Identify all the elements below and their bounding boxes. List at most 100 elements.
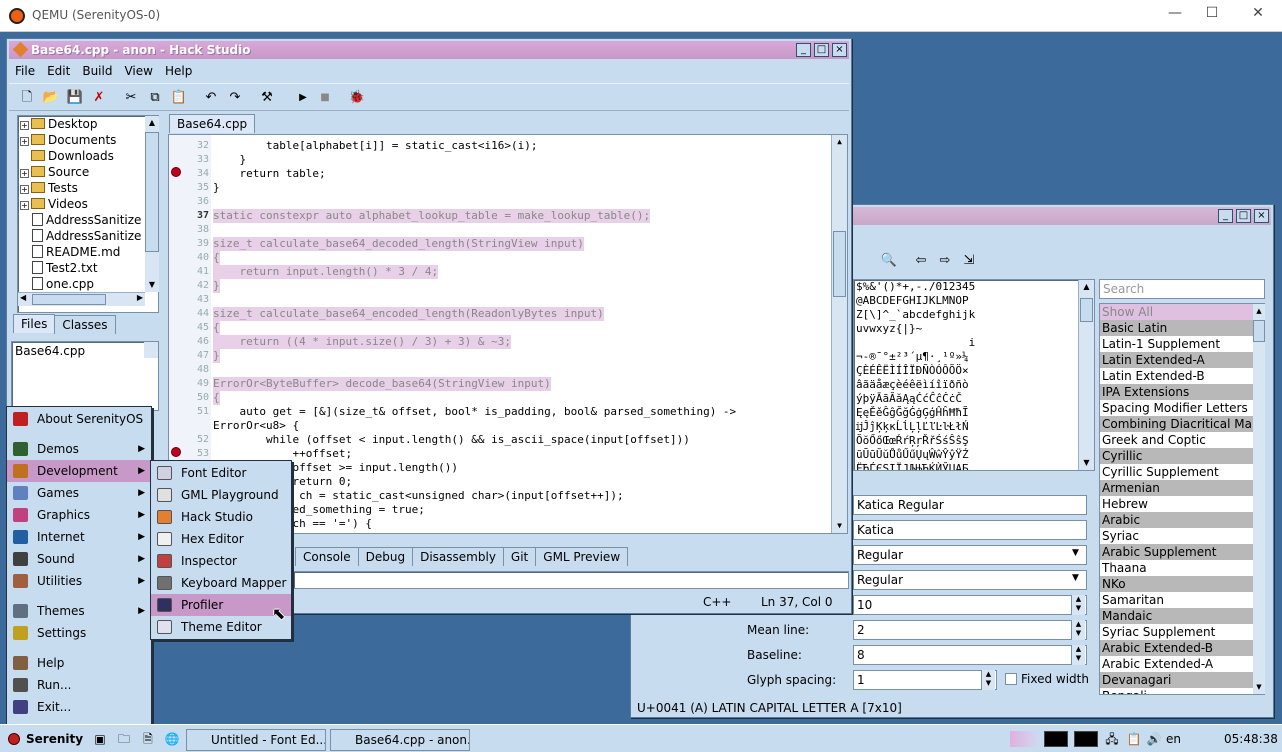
unicode-block-item[interactable]: Bengali [1100,688,1264,694]
glyph-map[interactable]: $%&'()*+,-./012345 @ABCDEFGHIJKLMNOP Z[\]^… [853,279,1095,471]
code-line[interactable]: 46 return ((4 * input.size() / 3) + 3) &… [169,335,829,349]
keymap-indicator[interactable]: en [1166,732,1181,746]
menu-help[interactable]: Help [159,61,198,81]
tree-expander-icon[interactable]: + [20,201,29,210]
fe-prev-glyph-icon[interactable]: ⇦ [911,251,931,271]
tab-gml-preview[interactable]: GML Preview [535,547,629,566]
glyph-row[interactable]: i [856,336,976,350]
code-line[interactable]: 50 { [169,391,829,405]
glyph-spacing-field[interactable]: 1 [853,670,997,690]
tree-expander-icon[interactable]: + [20,169,29,178]
unicode-block-item[interactable]: Syriac Supplement [1100,624,1264,640]
system-menu-item[interactable]: Development ▶ [7,460,151,482]
unicode-block-item[interactable]: Latin-1 Supplement [1100,336,1264,352]
code-line[interactable]: 52 while (offset < input.length() && is_… [169,433,829,447]
text-editor-icon[interactable]: 🗎 [138,729,158,749]
unicode-block-item[interactable]: Devanagari [1100,672,1264,688]
glyph-row[interactable]: âãäåæçèéêëìíîïðñò [856,378,975,392]
glyph-row[interactable]: Z[\]^_`abcdefghijk [856,308,975,322]
tree-item[interactable]: AddressSanitize [18,212,158,228]
code-line[interactable]: 47} [169,349,829,363]
code-line[interactable]: 38 [169,223,829,237]
baseline-stepper[interactable]: ▲ ▼ [1071,645,1085,665]
hs-maximize-button[interactable]: □ [814,43,829,57]
system-menu-item[interactable]: Help [7,652,151,674]
code-line[interactable]: 43 [169,293,829,307]
unicode-block-search[interactable]: Search [1099,279,1265,299]
project-tree[interactable]: + Desktop + Documents Downloads + Source + Tests… [17,115,159,313]
menu-file[interactable]: File [9,61,41,81]
unicode-block-item[interactable]: IPA Extensions [1100,384,1264,400]
editor-scrollbar[interactable]: ▲ ▼ [831,135,847,533]
tab-classes[interactable]: Classes [54,315,116,334]
glyph-row[interactable]: ũŪūŬŭŮůŰűŲųŴŵŶŷŸŹ [856,448,975,462]
tab-base64-cpp[interactable]: Base64.cpp [169,114,256,133]
code-line[interactable]: 39 size_t calculate_base64_decoded_length… [169,237,829,251]
unicode-block-item[interactable]: Cyrillic [1100,448,1264,464]
unicode-block-item[interactable]: Mandaic [1100,608,1264,624]
tab-debug[interactable]: Debug [357,547,414,566]
unicode-block-item[interactable]: Armenian [1100,480,1264,496]
chevron-down-icon[interactable]: ▼ [1072,548,1079,558]
fe-close-button[interactable]: × [1254,209,1269,223]
tree-expander-icon[interactable]: + [20,121,29,130]
system-menu-item[interactable]: Games ▶ [7,482,151,504]
dev-menu-item[interactable]: Profiler [151,594,291,616]
glyph-row[interactable]: $%&'()*+,-./012345 [856,280,975,294]
system-menu-item[interactable]: Demos ▶ [7,438,151,460]
glyph-row[interactable]: @ABCDEFGHIJKLMNOP [856,294,975,308]
unicode-block-item[interactable]: NKo [1100,576,1264,592]
code-line[interactable]: 37 static constexpr auto alphabet_lookup_… [169,209,829,223]
presentation-size-stepper[interactable]: ▲ ▼ [1071,595,1085,615]
tree-expander-icon[interactable]: + [20,137,29,146]
dev-menu-item[interactable]: Inspector [151,550,291,572]
cut-icon[interactable]: ✂ [121,88,141,108]
network-icon[interactable]: 🖧 [1102,729,1122,749]
breakpoint-marker[interactable] [171,167,181,177]
code-line[interactable]: 45 { [169,321,829,335]
tree-expander-icon[interactable]: + [20,185,29,194]
dev-menu-item[interactable]: Hex Editor [151,528,291,550]
dev-menu-item[interactable]: Theme Editor [151,616,291,638]
unicode-block-item[interactable]: Cyrillic Supplement [1100,464,1264,480]
tab-disassembly[interactable]: Disassembly [412,547,504,566]
unicode-block-item[interactable]: Arabic Supplement [1100,544,1264,560]
code-line[interactable]: 48 [169,363,829,377]
tree-item[interactable]: + Videos [18,196,158,212]
system-menu-item[interactable]: Exit... [7,696,151,718]
unicode-block-item[interactable]: Combining Diacritical Marks [1100,416,1264,432]
code-line[interactable]: 51 auto get = [&](size_t& offset, bool* … [169,405,829,419]
terminal-icon[interactable]: ▣ [90,729,110,749]
tab-console[interactable]: Console [295,547,359,566]
host-maximize-button[interactable]: ☐ [1197,5,1227,25]
tree-item[interactable]: AddressSanitize [18,228,158,244]
dev-menu-item[interactable]: Keyboard Mapper [151,572,291,594]
fe-next-glyph-icon[interactable]: ⇨ [935,251,955,271]
system-menu-item[interactable]: Settings [7,622,151,644]
font-name-field[interactable]: Katica Regular [853,495,1087,515]
console-input[interactable] [293,571,849,589]
system-menu-item[interactable]: Themes ▶ [7,600,151,622]
unicode-block-scrollbar[interactable]: ▲ ▼ [1253,304,1265,694]
hack-studio-titlebar[interactable]: Base64.cpp - anon - Hack Studio _ □ × [9,41,849,59]
unicode-block-item[interactable]: Syriac [1100,528,1264,544]
code-line[interactable]: 49 ErrorOr<ByteBuffer> decode_base64(Stri… [169,377,829,391]
code-line[interactable]: 33 } [169,153,829,167]
copy-icon[interactable]: ⧉ [145,88,165,108]
fe-maximize-button[interactable]: □ [1236,209,1251,223]
tree-item[interactable]: Downloads [18,148,158,164]
unicode-block-item[interactable]: Arabic Extended-B [1100,640,1264,656]
code-line[interactable]: 32 table[alphabet[i]] = static_cast<i16>… [169,139,829,153]
open-files-list[interactable]: Base64.cpp [11,341,159,411]
glyph-row[interactable]: uvwxyz{|}~ [856,322,975,336]
glyph-map-scrollbar[interactable]: ▲ ▼ [1078,280,1094,470]
unicode-block-item[interactable]: Thaana [1100,560,1264,576]
system-menu-item[interactable]: Sound ▶ [7,548,151,570]
unicode-block-item[interactable]: Spacing Modifier Letters [1100,400,1264,416]
dev-menu-item[interactable]: GML Playground [151,484,291,506]
host-close-button[interactable]: ✕ [1243,5,1273,25]
workspace-switcher[interactable] [1010,731,1038,747]
paste-icon[interactable]: 📋 [169,88,189,108]
code-line[interactable]: 36 [169,195,829,209]
tree-item[interactable]: + Tests [18,180,158,196]
